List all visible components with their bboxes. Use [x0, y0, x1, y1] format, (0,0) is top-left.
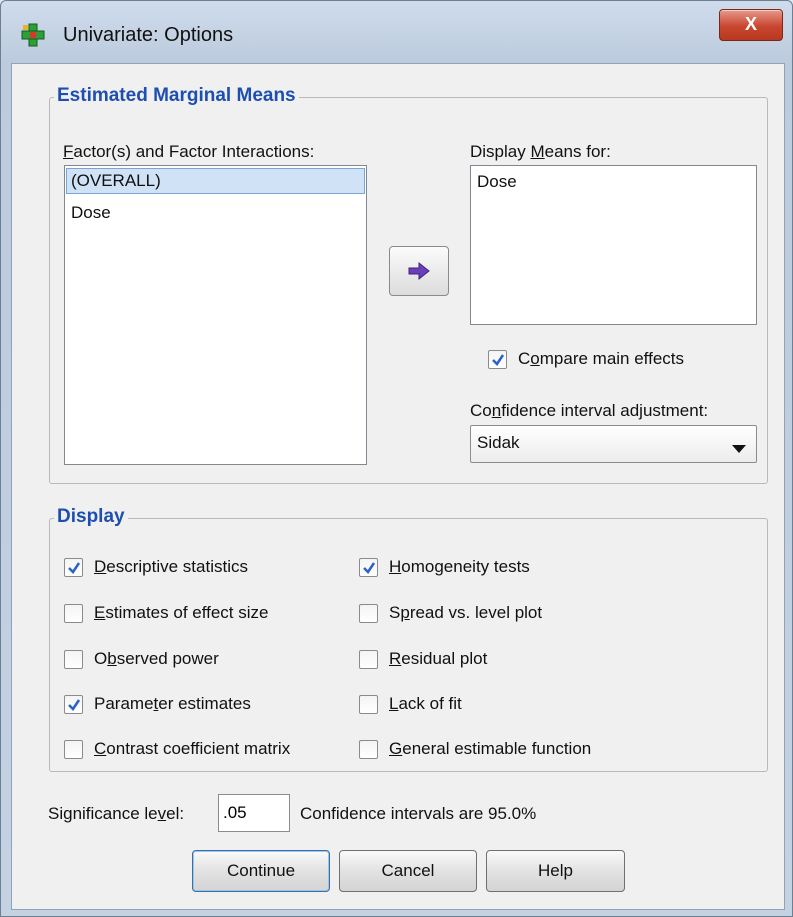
spread-vs-level-plot-checkbox[interactable]: Spread vs. level plot — [359, 603, 659, 627]
factors-list[interactable]: (OVERALL) Dose — [64, 165, 367, 465]
descriptive-statistics-checkbox[interactable]: Descriptive statistics — [64, 557, 354, 581]
effect-size-label: Estimates of effect size — [94, 603, 269, 622]
display-means-list[interactable]: Dose — [470, 165, 757, 325]
display-means-label: Display Means for: — [470, 142, 611, 161]
descriptive-statistics-box[interactable] — [64, 558, 83, 577]
general-estimable-function-box[interactable] — [359, 740, 378, 759]
ci-adjustment-select[interactable]: Sidak — [470, 425, 757, 463]
significance-level-field[interactable] — [219, 795, 289, 831]
compare-main-effects-label: Compare main effects — [518, 349, 685, 368]
ci-adjustment-value: Sidak — [477, 433, 520, 452]
factors-label: Factor(s) and Factor Interactions: — [63, 142, 315, 161]
observed-power-label: Observed power — [94, 649, 219, 668]
effect-size-checkbox[interactable]: Estimates of effect size — [64, 603, 354, 627]
lack-of-fit-label: Lack of fit — [389, 694, 462, 713]
significance-level-input[interactable] — [218, 794, 290, 832]
general-estimable-function-label: General estimable function — [389, 739, 592, 758]
spread-vs-level-plot-label: Spread vs. level plot — [389, 603, 543, 622]
display-means-item-dose[interactable]: Dose — [473, 170, 521, 194]
help-button[interactable]: Help — [486, 850, 625, 892]
factor-item-overall[interactable]: (OVERALL) — [66, 168, 365, 194]
spread-vs-level-plot-box[interactable] — [359, 604, 378, 623]
compare-main-effects-box[interactable] — [488, 350, 507, 369]
ci-adjustment-label: Confidence interval adjustment: — [470, 401, 709, 420]
display-group: Display Descriptive statistics Estimates… — [49, 506, 768, 772]
parameter-estimates-checkbox[interactable]: Parameter estimates — [64, 694, 354, 718]
general-estimable-function-checkbox[interactable]: General estimable function — [359, 739, 659, 763]
confidence-intervals-text: Confidence intervals are 95.0% — [300, 804, 537, 823]
dialog-content: Estimated Marginal Means Factor(s) and F… — [11, 63, 785, 910]
homogeneity-tests-label: Homogeneity tests — [389, 557, 530, 576]
observed-power-box[interactable] — [64, 650, 83, 669]
display-group-title: Display — [54, 506, 128, 528]
cancel-button[interactable]: Cancel — [339, 850, 477, 892]
homogeneity-tests-box[interactable] — [359, 558, 378, 577]
title-bar[interactable]: Univariate: Options X — [1, 1, 792, 65]
lack-of-fit-checkbox[interactable]: Lack of fit — [359, 694, 659, 718]
window-title: Univariate: Options — [63, 24, 234, 46]
emm-group-title: Estimated Marginal Means — [54, 85, 299, 107]
observed-power-checkbox[interactable]: Observed power — [64, 649, 354, 673]
descriptive-statistics-label: Descriptive statistics — [94, 557, 248, 576]
chevron-down-icon — [732, 440, 746, 458]
residual-plot-checkbox[interactable]: Residual plot — [359, 649, 659, 673]
lack-of-fit-box[interactable] — [359, 695, 378, 714]
contrast-coefficient-matrix-box[interactable] — [64, 740, 83, 759]
residual-plot-box[interactable] — [359, 650, 378, 669]
parameter-estimates-box[interactable] — [64, 695, 83, 714]
spss-options-icon — [21, 23, 45, 47]
dialog-window: Univariate: Options X Estimated Marginal… — [0, 0, 793, 917]
continue-button[interactable]: Continue — [192, 850, 330, 892]
close-button[interactable]: X — [719, 9, 783, 41]
factor-item-dose[interactable]: Dose — [67, 201, 115, 225]
residual-plot-label: Residual plot — [389, 649, 488, 668]
right-arrow-icon — [407, 261, 431, 286]
contrast-coefficient-matrix-checkbox[interactable]: Contrast coefficient matrix — [64, 739, 354, 763]
compare-main-effects-checkbox[interactable]: Compare main effects — [488, 349, 738, 373]
significance-level-label: Significance level: — [48, 804, 185, 823]
close-icon: X — [744, 14, 757, 34]
move-to-display-means-button[interactable] — [389, 246, 449, 296]
homogeneity-tests-checkbox[interactable]: Homogeneity tests — [359, 557, 659, 581]
parameter-estimates-label: Parameter estimates — [94, 694, 251, 713]
emm-group: Estimated Marginal Means Factor(s) and F… — [49, 85, 768, 484]
effect-size-box[interactable] — [64, 604, 83, 623]
contrast-coefficient-matrix-label: Contrast coefficient matrix — [94, 739, 291, 758]
